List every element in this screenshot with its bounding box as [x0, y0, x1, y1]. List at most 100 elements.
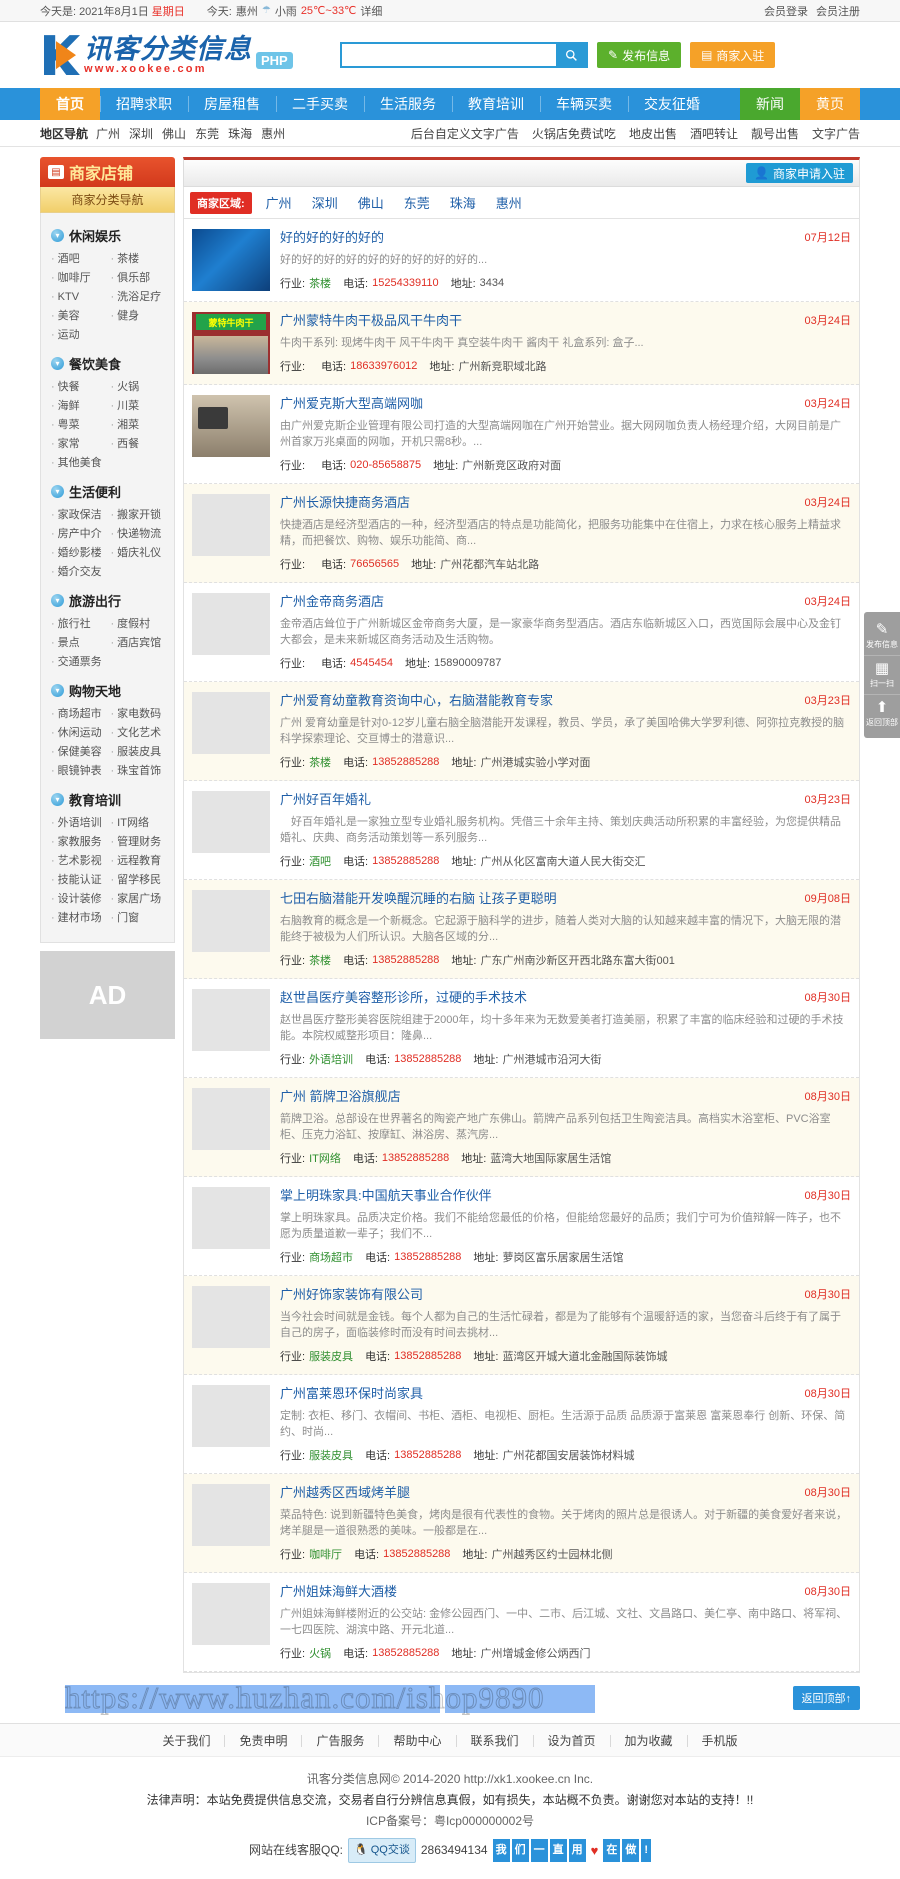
search-button[interactable] [556, 44, 586, 66]
listing-trade[interactable]: 茶楼 [309, 275, 331, 291]
listing-thumbnail[interactable] [192, 692, 270, 754]
sidebar-group-title[interactable]: ▾ 休闲娱乐 [41, 223, 174, 250]
filter-city-佛山[interactable]: 佛山 [358, 193, 384, 212]
sidebar-item-珠宝首饰[interactable]: 珠宝首饰 [111, 762, 171, 781]
nav-item-2[interactable]: 房屋租售 [188, 88, 276, 120]
listing-thumbnail[interactable] [192, 1088, 270, 1150]
listing-thumbnail[interactable] [192, 1187, 270, 1249]
sidebar-group-title[interactable]: ▾ 生活便利 [41, 479, 174, 506]
footer-link-加为收藏[interactable]: 加为收藏 [611, 1735, 688, 1747]
qq-chat-button[interactable]: 🐧 QQ交谈 [348, 1838, 416, 1863]
listing-title-link[interactable]: 广州爱育幼童教育资询中心，右脑潜能教育专家 [280, 692, 553, 710]
sidebar-item-管理财务[interactable]: 管理财务 [111, 833, 171, 852]
sidebar-item-美容[interactable]: 美容 [51, 307, 111, 326]
region-city-佛山[interactable]: 佛山 [162, 125, 186, 142]
sidebar-item-设计装修[interactable]: 设计装修 [51, 890, 111, 909]
sidebar-item-远程教育[interactable]: 远程教育 [111, 852, 171, 871]
sidebar-item-家教服务[interactable]: 家教服务 [51, 833, 111, 852]
listing-trade[interactable]: 酒吧 [309, 853, 331, 869]
listing-title-link[interactable]: 广州金帝商务酒店 [280, 593, 384, 611]
footer-link-设为首页[interactable]: 设为首页 [534, 1735, 611, 1747]
sidebar-group-title[interactable]: ▾ 教育培训 [41, 787, 174, 814]
sidebar-item-旅行社[interactable]: 旅行社 [51, 615, 111, 634]
sidebar-item-婚纱影楼[interactable]: 婚纱影楼 [51, 544, 111, 563]
text-ad-3[interactable]: 酒吧转让 [690, 125, 738, 142]
listing-title-link[interactable]: 广州长源快捷商务酒店 [280, 494, 410, 512]
listing-thumbnail[interactable] [192, 395, 270, 457]
weather-detail-link[interactable]: 详细 [360, 3, 382, 19]
listing-item[interactable]: 广州金帝商务酒店 03月24日 金帝酒店耸位于广州新城区金帝商务大厦，是一家豪华商务… [184, 583, 859, 682]
listing-trade[interactable]: IT网络 [309, 1150, 341, 1166]
site-logo[interactable]: 讯客分类信息 www.xookee.com PHP [40, 34, 330, 76]
listing-item[interactable]: 广州爱克斯大型高端网咖 03月24日 由广州爱克斯企业管理有限公司打造的大型高端网咖… [184, 385, 859, 484]
float-arrow-up-button[interactable]: ⬆ 返回顶部 [864, 695, 900, 733]
filter-city-惠州[interactable]: 惠州 [496, 193, 522, 212]
listing-trade[interactable]: 商场超市 [309, 1249, 353, 1265]
listing-thumbnail[interactable] [192, 989, 270, 1051]
listing-thumbnail[interactable] [192, 1484, 270, 1546]
listing-item[interactable]: 好的好的好的好的 07月12日 好的好的好的好的好的好的好的好的好的... 行业: 茶楼… [184, 219, 859, 302]
filter-city-东莞[interactable]: 东莞 [404, 193, 430, 212]
listing-item[interactable]: 蒙特牛肉干 广州蒙特牛肉干极品风干牛肉干 03月24日 牛肉干系列: 现烤牛肉干 风干… [184, 302, 859, 385]
sidebar-item-快餐[interactable]: 快餐 [51, 378, 111, 397]
listing-item[interactable]: 广州富莱恩环保时尚家具 08月30日 定制: 衣柜、移门、衣帽间、书柜、酒柜、电视柜… [184, 1375, 859, 1474]
listing-item[interactable]: 赵世昌医疗美容整形诊所，过硬的手术技术 08月30日 赵世昌医疗整形美容医院组建于2… [184, 979, 859, 1078]
listing-thumbnail[interactable] [192, 1583, 270, 1645]
sidebar-item-景点[interactable]: 景点 [51, 634, 111, 653]
sidebar-item-咖啡厅[interactable]: 咖啡厅 [51, 269, 111, 288]
filter-city-珠海[interactable]: 珠海 [450, 193, 476, 212]
footer-link-帮助中心[interactable]: 帮助中心 [379, 1735, 457, 1747]
listing-trade[interactable]: 服装皮具 [309, 1348, 353, 1364]
sidebar-item-商场超市[interactable]: 商场超市 [51, 705, 111, 724]
listing-item[interactable]: 广州爱育幼童教育资询中心，右脑潜能教育专家 03月23日 广州 爱育幼童是针对0-1… [184, 682, 859, 781]
sidebar-item-IT网络[interactable]: IT网络 [111, 814, 171, 833]
listing-trade[interactable]: 服装皮具 [309, 1447, 353, 1463]
sidebar-group-title[interactable]: ▾ 旅游出行 [41, 588, 174, 615]
member-login-link[interactable]: 会员登录 [764, 3, 808, 19]
footer-link-手机版[interactable]: 手机版 [688, 1735, 752, 1747]
float-pencil-button[interactable]: ✎ 发布信息 [864, 617, 900, 656]
sidebar-item-川菜[interactable]: 川菜 [111, 397, 171, 416]
search-input[interactable] [342, 44, 556, 66]
listing-thumbnail[interactable] [192, 229, 270, 291]
search-box[interactable] [340, 42, 588, 68]
sidebar-item-建材市场[interactable]: 建材市场 [51, 909, 111, 928]
region-city-广州[interactable]: 广州 [96, 125, 120, 142]
listing-title-link[interactable]: 好的好的好的好的 [280, 229, 384, 247]
listing-thumbnail[interactable] [192, 1286, 270, 1348]
sidebar-group-title[interactable]: ▾ 购物天地 [41, 678, 174, 705]
listing-item[interactable]: 七田右脑潜能开发唤醒沉睡的右脑 让孩子更聪明 09月08日 右脑教育的概念是一个新概… [184, 880, 859, 979]
sidebar-item-技能认证[interactable]: 技能认证 [51, 871, 111, 890]
listing-title-link[interactable]: 广州姐妹海鲜大酒楼 [280, 1583, 397, 1601]
listing-thumbnail[interactable]: 蒙特牛肉干 [192, 312, 270, 374]
listing-thumbnail[interactable] [192, 593, 270, 655]
sidebar-item-外语培训[interactable]: 外语培训 [51, 814, 111, 833]
sidebar-item-家政保洁[interactable]: 家政保洁 [51, 506, 111, 525]
region-city-珠海[interactable]: 珠海 [228, 125, 252, 142]
listing-trade[interactable]: 茶楼 [309, 952, 331, 968]
sidebar-item-火锅[interactable]: 火锅 [111, 378, 171, 397]
footer-link-免责申明[interactable]: 免责申明 [225, 1735, 303, 1747]
footer-link-联系我们[interactable]: 联系我们 [457, 1735, 534, 1747]
listing-title-link[interactable]: 广州爱克斯大型高端网咖 [280, 395, 423, 413]
listing-trade[interactable]: 茶楼 [309, 754, 331, 770]
listing-item[interactable]: 广州 箭牌卫浴旗舰店 08月30日 箭牌卫浴。总部设在世界著名的陶瓷产地广东佛山。箭… [184, 1078, 859, 1177]
nav-item-1[interactable]: 招聘求职 [100, 88, 188, 120]
sidebar-item-交通票务[interactable]: 交通票务 [51, 653, 111, 672]
listing-trade[interactable]: 咖啡厅 [309, 1546, 342, 1562]
listing-title-link[interactable]: 广州 箭牌卫浴旗舰店 [280, 1088, 401, 1106]
listing-title-link[interactable]: 广州越秀区西域烤羊腿 [280, 1484, 410, 1502]
listing-trade[interactable]: 外语培训 [309, 1051, 353, 1067]
sidebar-item-洗浴足疗[interactable]: 洗浴足疗 [111, 288, 171, 307]
member-register-link[interactable]: 会员注册 [816, 3, 860, 19]
listing-title-link[interactable]: 赵世昌医疗美容整形诊所，过硬的手术技术 [280, 989, 527, 1007]
sidebar-item-俱乐部[interactable]: 俱乐部 [111, 269, 171, 288]
sidebar-item-文化艺术[interactable]: 文化艺术 [111, 724, 171, 743]
sidebar-item-其他美食[interactable]: 其他美食 [51, 454, 111, 473]
sidebar-item-婚介交友[interactable]: 婚介交友 [51, 563, 111, 582]
listing-thumbnail[interactable] [192, 791, 270, 853]
sidebar-item-家电数码[interactable]: 家电数码 [111, 705, 171, 724]
listing-thumbnail[interactable] [192, 890, 270, 952]
listing-item[interactable]: 广州好饰家装饰有限公司 08月30日 当今社会时间就是金钱。每个人都为自己的生活忙碌… [184, 1276, 859, 1375]
sidebar-item-搬家开锁[interactable]: 搬家开锁 [111, 506, 171, 525]
